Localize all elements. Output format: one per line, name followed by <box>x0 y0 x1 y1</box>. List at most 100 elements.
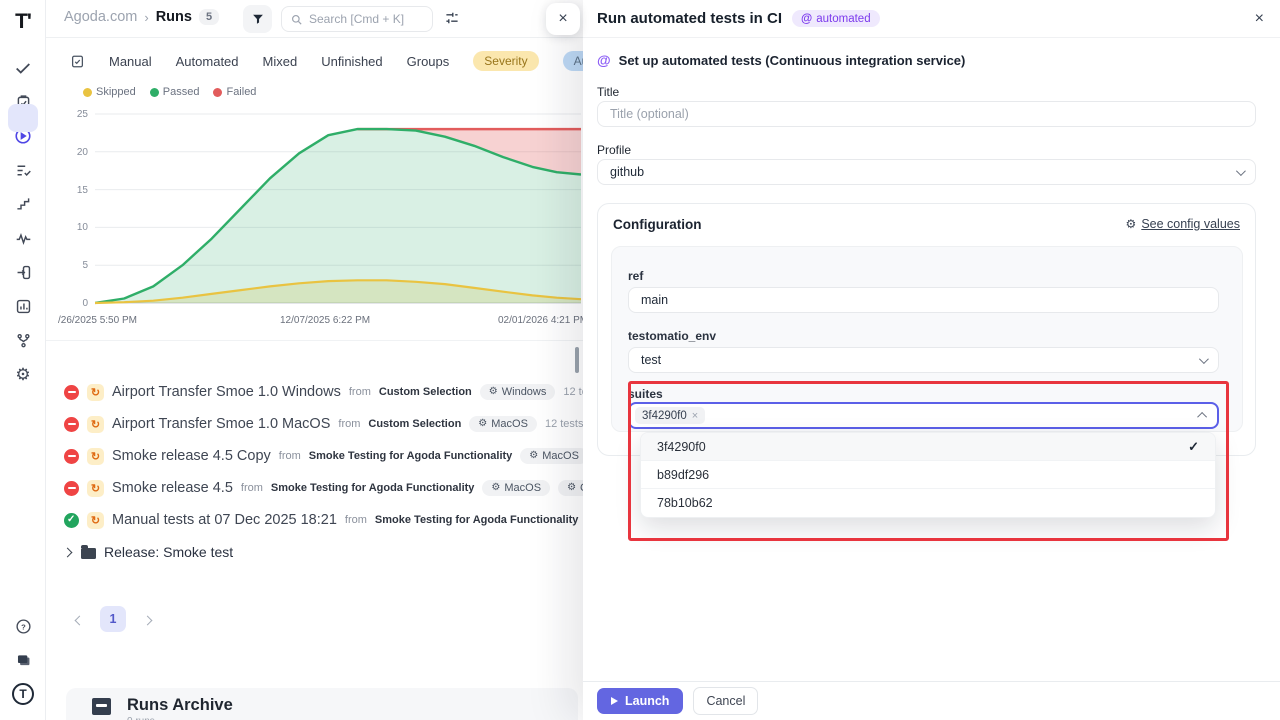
app-logo[interactable]: T' <box>0 8 46 36</box>
see-config-values-label: See config values <box>1141 217 1240 231</box>
account-button[interactable]: T <box>0 680 46 708</box>
automated-badge-label: automated <box>816 13 870 25</box>
legend-dot <box>83 88 92 97</box>
breadcrumb-page[interactable]: Runs <box>156 9 192 25</box>
option-label: b89df296 <box>657 468 709 482</box>
gear-icon: ⚙ <box>567 483 576 493</box>
chevron-right-icon <box>142 616 152 626</box>
tab-unfinished[interactable]: Unfinished <box>321 54 382 69</box>
legend-item-passed: Passed <box>150 86 200 98</box>
view-settings-button[interactable] <box>444 10 460 31</box>
help-icon: ? <box>15 618 32 635</box>
tab-automated[interactable]: Automated <box>176 54 239 69</box>
setup-section-header: @ Set up automated tests (Continuous int… <box>597 52 965 68</box>
pagination-next-button[interactable] <box>140 612 154 626</box>
runs-page: Agoda.com › Runs 5 Manual Automated Mixed U… <box>0 0 585 720</box>
run-row[interactable]: ↻Manual tests at 07 Dec 2025 18:21fromSm… <box>64 504 585 536</box>
tab-manual[interactable]: Manual <box>109 54 152 69</box>
run-row[interactable]: ↻Airport Transfer Smoe 1.0 MacOSfromCust… <box>64 408 585 440</box>
launch-button-label: Launch <box>625 694 669 708</box>
suites-multiselect[interactable]: 3f4290f0 × <box>628 402 1219 429</box>
suites-dropdown-option[interactable]: 3f4290f0 ✓ <box>641 433 1215 461</box>
breadcrumb: Agoda.com › Runs 5 <box>64 9 219 25</box>
tab-groups[interactable]: Groups <box>407 54 450 69</box>
sidebar-item-import[interactable] <box>0 258 46 286</box>
suite-tag-label: 3f4290f0 <box>642 410 687 422</box>
pagination-prev-button[interactable] <box>72 612 86 626</box>
ref-input[interactable] <box>628 287 1219 313</box>
sidebar-item-reports[interactable] <box>0 292 46 320</box>
env-select[interactable]: test <box>628 347 1219 373</box>
profile-select[interactable]: github <box>597 159 1256 185</box>
filter-button[interactable] <box>243 5 272 33</box>
projects-button[interactable] <box>0 646 46 674</box>
see-config-values-link[interactable]: ⚙ See config values <box>1126 217 1240 231</box>
run-title[interactable]: Smoke release 4.5 <box>112 480 233 496</box>
env-badge: ⚙MacOS <box>469 416 537 432</box>
scrollbar-thumb[interactable] <box>575 347 579 373</box>
env-badge-label: MacOS <box>504 482 541 494</box>
tests-check-icon <box>14 59 32 77</box>
select-runs-icon[interactable] <box>70 54 85 69</box>
run-title[interactable]: Airport Transfer Smoe 1.0 Windows <box>112 384 341 400</box>
check-icon: ✓ <box>1188 439 1199 455</box>
gear-icon: ⚙ <box>1126 217 1137 231</box>
tab-severity[interactable]: Severity <box>473 51 538 71</box>
modal-title: Run automated tests in CI <box>597 10 782 27</box>
run-folder-row[interactable]: Release: Smoke test <box>64 536 585 568</box>
title-input[interactable] <box>597 101 1256 127</box>
run-source: Custom Selection <box>368 418 461 430</box>
suites-dropdown-option[interactable]: b89df296 <box>641 461 1215 489</box>
folder-icon <box>81 548 96 559</box>
sidebar-item-settings[interactable]: ⚙ <box>0 360 46 388</box>
run-title[interactable]: Smoke release 4.5 Copy <box>112 448 271 464</box>
legend-label: Failed <box>226 86 256 98</box>
breadcrumb-project[interactable]: Agoda.com <box>64 9 137 25</box>
launch-button[interactable]: Launch <box>597 688 683 714</box>
modal-close-button[interactable]: × <box>1255 11 1264 27</box>
y-tick-label: 5 <box>58 260 88 271</box>
y-tick-label: 15 <box>58 185 88 196</box>
cancel-button[interactable]: Cancel <box>693 687 758 715</box>
automated-run-icon: ↻ <box>87 512 104 529</box>
topbar: Agoda.com › Runs 5 <box>46 0 585 38</box>
run-title[interactable]: Airport Transfer Smoe 1.0 MacOS <box>112 416 330 432</box>
suites-dropdown-option[interactable]: 78b10b62 <box>641 489 1215 517</box>
remove-tag-icon[interactable]: × <box>692 410 698 422</box>
funnel-icon <box>251 12 265 26</box>
help-button[interactable]: ? <box>0 612 46 640</box>
run-row[interactable]: ↻Airport Transfer Smoe 1.0 WindowsfromCu… <box>64 376 585 408</box>
chevron-down-icon <box>1236 166 1246 176</box>
tab-automatable[interactable]: Automatable <box>563 51 585 71</box>
setup-section-title: Set up automated tests (Continuous integ… <box>619 53 966 68</box>
drawer-close-button[interactable]: × <box>546 3 580 35</box>
failed-status-icon <box>64 385 79 400</box>
sidebar-item-steps[interactable] <box>0 190 46 218</box>
sidebar-item-tests[interactable] <box>0 54 46 82</box>
search-icon <box>290 13 303 26</box>
runs-filter-tabs: Manual Automated Mixed Unfinished Groups Sev… <box>70 48 585 74</box>
sidebar-item-branches[interactable] <box>0 326 46 354</box>
search-input[interactable] <box>309 12 419 26</box>
sidebar-item-analytics[interactable] <box>0 224 46 252</box>
pagination-page-1[interactable]: 1 <box>100 606 126 632</box>
profile-field-label: Profile <box>597 143 631 157</box>
env-badge: ⚙MacOS <box>520 448 585 464</box>
chevron-right-icon[interactable] <box>63 547 73 557</box>
run-tests-count: 12 tests <box>545 418 584 430</box>
run-row[interactable]: ↻Smoke release 4.5fromSmoke Testing for … <box>64 472 585 504</box>
runs-trend-chart <box>95 106 581 306</box>
env-badge-label: MacOS <box>491 418 528 430</box>
runs-archive-panel[interactable]: Runs Archive 0 runs <box>66 688 578 720</box>
tab-mixed[interactable]: Mixed <box>263 54 298 69</box>
gear-icon: ⚙ <box>491 483 500 493</box>
sidebar-item-suites[interactable] <box>0 156 46 184</box>
env-badge: ⚙Chrome <box>558 480 585 496</box>
import-icon <box>15 264 32 281</box>
search-box[interactable] <box>281 6 433 32</box>
option-label: 3f4290f0 <box>657 440 706 454</box>
env-badge: ⚙ MacOS <box>482 480 550 496</box>
run-row[interactable]: ↻Smoke release 4.5 CopyfromSmoke Testing… <box>64 440 585 472</box>
legend-item-skipped: Skipped <box>83 86 136 98</box>
run-title[interactable]: Manual tests at 07 Dec 2025 18:21 <box>112 512 337 528</box>
